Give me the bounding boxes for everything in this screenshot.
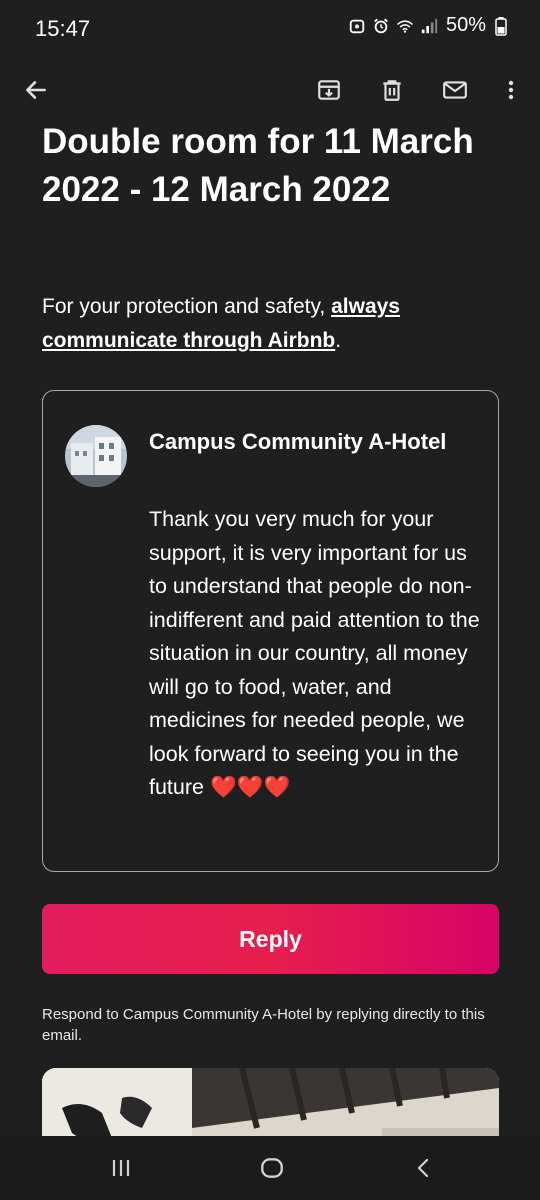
home-icon xyxy=(261,1158,283,1178)
respond-note: Respond to Campus Community A-Hotel by r… xyxy=(42,1006,485,1044)
reply-button[interactable]: Reply xyxy=(42,904,499,974)
sender-name: Campus Community A-Hotel xyxy=(149,429,447,454)
recent-apps-icon xyxy=(112,1160,130,1176)
avatar xyxy=(65,425,127,487)
email-content: Double room for 11 March 2022 - 12 March… xyxy=(0,124,540,1136)
status-bar: 15:47 50% xyxy=(0,0,540,56)
delete-icon xyxy=(383,80,401,101)
back-icon xyxy=(417,1158,429,1178)
status-time: 15:47 xyxy=(35,16,91,41)
mark-unread-icon xyxy=(443,81,467,99)
data-saver-icon xyxy=(349,19,365,33)
home-button[interactable] xyxy=(242,1148,302,1188)
status-icons: 50% xyxy=(348,14,510,37)
delete-button[interactable] xyxy=(368,66,416,114)
listing-photo-image xyxy=(42,1068,499,1136)
system-nav-bar xyxy=(0,1136,540,1200)
archive-icon xyxy=(318,80,340,100)
safety-notice: For your protection and safety, always c… xyxy=(42,290,502,358)
wifi-icon xyxy=(396,19,413,33)
safety-suffix: . xyxy=(335,329,342,352)
more-vert-icon xyxy=(508,80,514,100)
archive-button[interactable] xyxy=(305,66,353,114)
email-heading: Double room for 11 March 2022 - 12 March… xyxy=(42,124,474,209)
more-options-button[interactable] xyxy=(487,66,535,114)
message-body: Thank you very much for your support, it… xyxy=(149,507,480,799)
mark-unread-button[interactable] xyxy=(431,66,479,114)
signal-icon xyxy=(421,18,438,33)
app-bar xyxy=(0,56,540,124)
battery-level: 50% xyxy=(445,14,486,36)
back-button[interactable] xyxy=(12,66,60,114)
recent-apps-button[interactable] xyxy=(91,1148,151,1188)
nav-back-button[interactable] xyxy=(394,1148,454,1188)
back-arrow-icon xyxy=(26,81,46,99)
safety-prefix: For your protection and safety, xyxy=(42,295,332,318)
hotel-avatar-image xyxy=(65,425,127,487)
listing-photo xyxy=(42,1068,499,1136)
message-card: Campus Community A-Hotel Thank you very … xyxy=(42,390,499,872)
alarm-icon xyxy=(374,18,388,33)
battery-icon xyxy=(495,16,507,36)
